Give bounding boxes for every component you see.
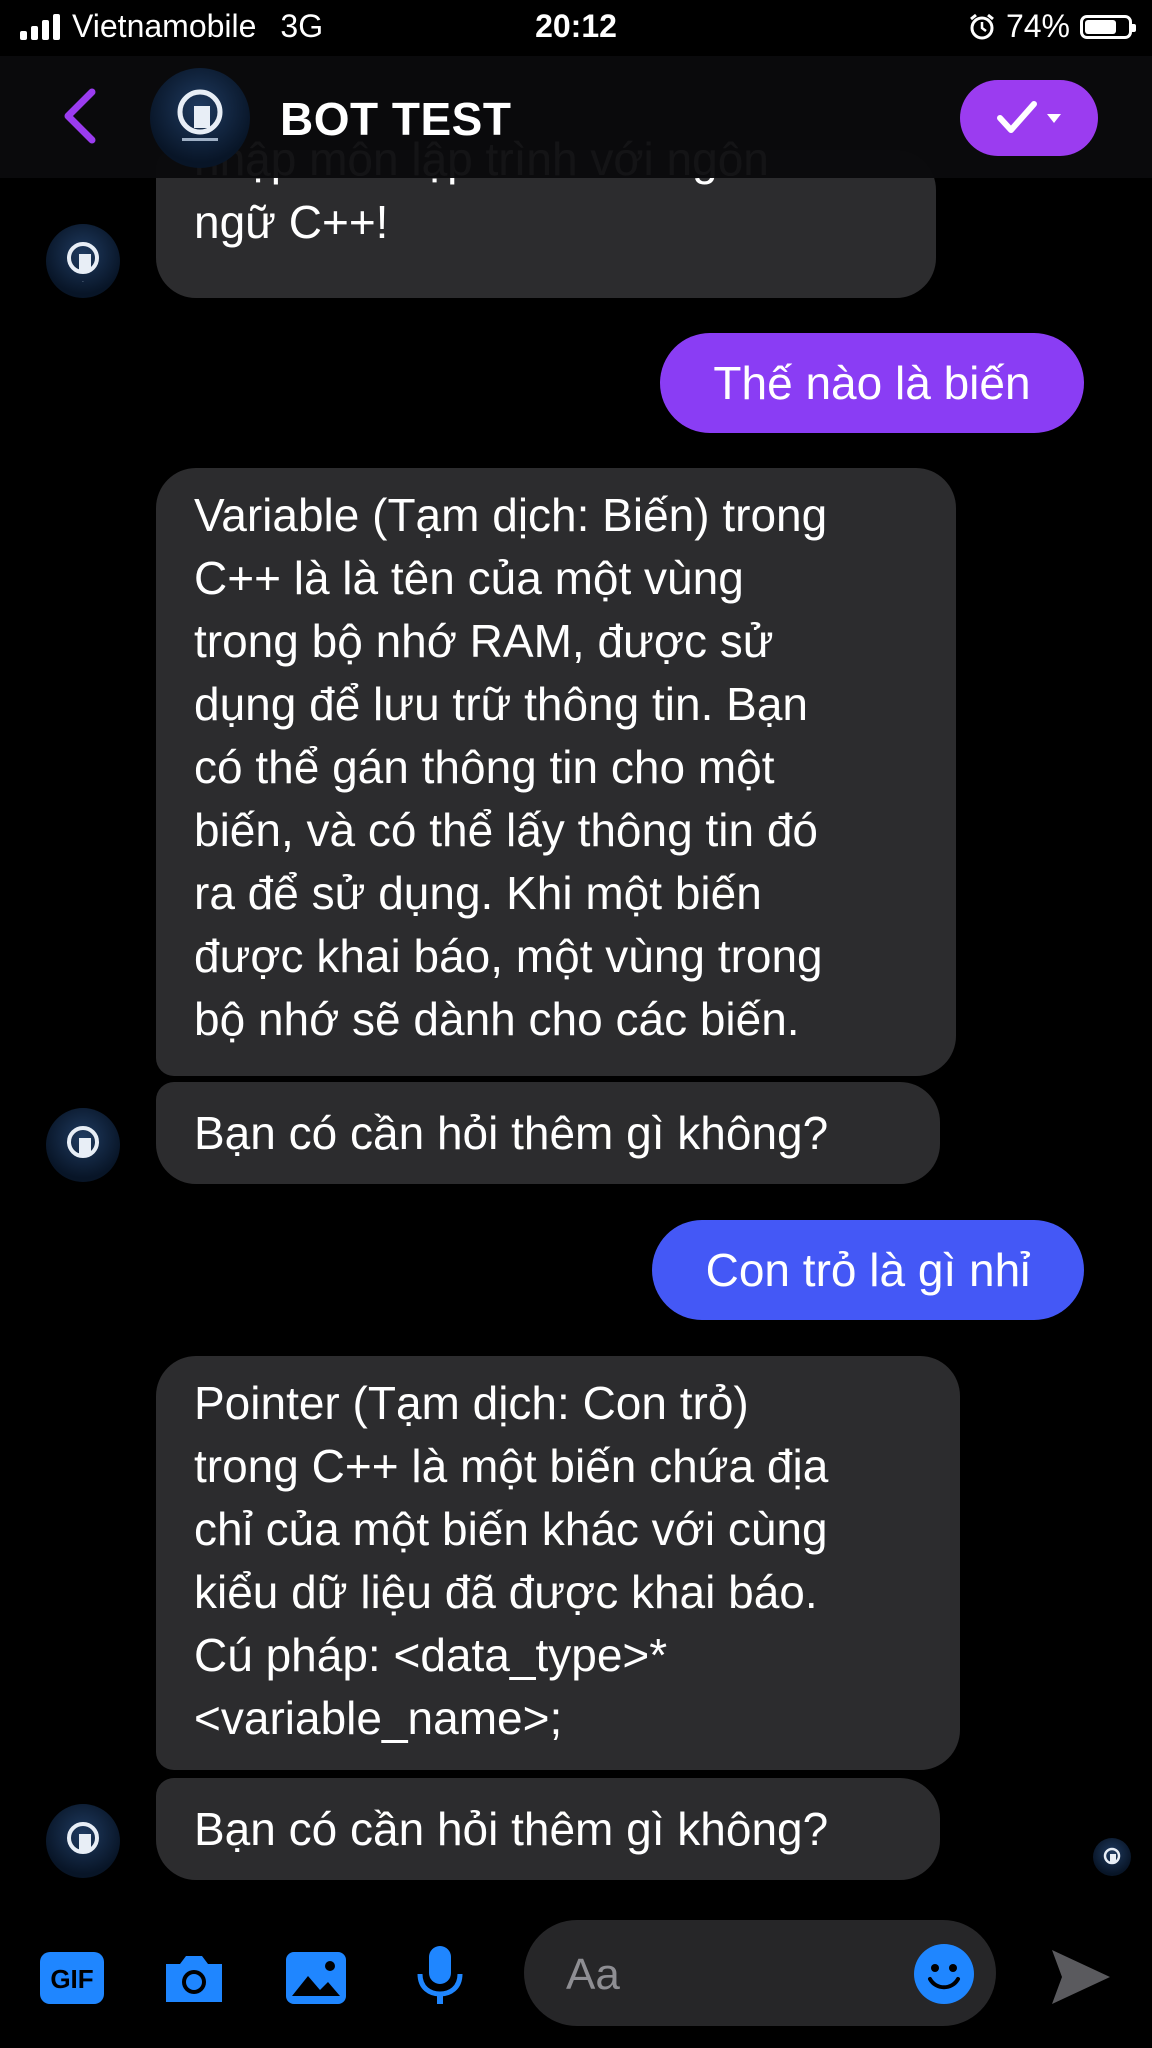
- back-arrow-icon[interactable]: [56, 86, 106, 146]
- battery-percent: 74%: [1005, 8, 1070, 44]
- send-button[interactable]: [1050, 1948, 1112, 2011]
- bot-avatar[interactable]: [46, 1108, 120, 1182]
- message-line: Variable (Tạm dịch: Biến) trong: [194, 489, 828, 541]
- camera-button[interactable]: [160, 1950, 228, 2011]
- message-input[interactable]: Aa: [524, 1920, 996, 2026]
- message-line: kiểu dữ liệu đã được khai báo.: [194, 1566, 818, 1618]
- bot-avatar[interactable]: [46, 1804, 120, 1878]
- chevron-down-icon: [1047, 114, 1061, 123]
- message-line: trong bộ nhớ RAM, được sử: [194, 615, 774, 667]
- image-button[interactable]: [284, 1950, 348, 2011]
- message-line: Pointer (Tạm dịch: Con trỏ): [194, 1377, 749, 1429]
- checkmark-icon: [997, 101, 1037, 133]
- emoji-icon[interactable]: [914, 1944, 974, 2004]
- message-line: ngữ C++!: [194, 196, 389, 248]
- message-line: được khai báo, một vùng trong: [194, 930, 823, 982]
- conversation: nhập môn lập trình với ngôn ngữ C++! . T…: [0, 0, 1152, 1900]
- message-user[interactable]: Thế nào là biến: [660, 333, 1084, 433]
- gif-label: GIF: [50, 1964, 93, 1994]
- message-line: C++ là là tên của một vùng: [194, 552, 744, 604]
- checkmark-dropdown-button[interactable]: [960, 80, 1098, 156]
- message-line: ra để sử dụng. Khi một biến: [194, 867, 762, 919]
- message-line: Cú pháp: <data_type>*: [194, 1629, 668, 1681]
- message-input-placeholder: Aa: [566, 1950, 620, 1999]
- message-line: chỉ của một biến khác với cùng: [194, 1503, 828, 1555]
- chat-title[interactable]: BOT TEST: [280, 92, 511, 146]
- message-text: Bạn có cần hỏi thêm gì không?: [194, 1106, 829, 1159]
- message-bot[interactable]: Bạn có cần hỏi thêm gì không?: [156, 1082, 940, 1184]
- send-icon: [1052, 1950, 1110, 2004]
- status-bar: Vietnamobile 3G 20:12 74%: [0, 0, 1152, 56]
- bot-avatar[interactable]: [150, 68, 250, 168]
- message-text: Thế nào là biến: [713, 356, 1031, 409]
- chat-header: BOT TEST: [0, 56, 1152, 178]
- camera-icon: [166, 1956, 222, 2002]
- message-line: biến, và có thể lấy thông tin đó: [194, 804, 818, 856]
- svg-text:.: .: [82, 277, 84, 284]
- message-line: trong C++ là một biến chứa địa: [194, 1440, 829, 1492]
- message-bot[interactable]: Variable (Tạm dịch: Biến) trong C++ là l…: [156, 468, 956, 1076]
- message-line: bộ nhớ sẽ dành cho các biến.: [194, 993, 800, 1045]
- microphone-icon: [417, 1946, 463, 2004]
- alarm-icon: [970, 13, 994, 39]
- message-line: có thể gán thông tin cho một: [194, 741, 775, 793]
- message-composer: GIF Aa: [0, 1900, 1152, 2048]
- gif-icon: GIF: [40, 1952, 104, 2004]
- seen-avatar-icon: [1093, 1838, 1131, 1876]
- message-text: Con trỏ là gì nhỉ: [705, 1243, 1031, 1296]
- bot-avatar[interactable]: .: [46, 224, 120, 298]
- battery-icon: [1080, 14, 1136, 39]
- message-line: dụng để lưu trữ thông tin. Bạn: [194, 678, 808, 730]
- message-bot[interactable]: Pointer (Tạm dịch: Con trỏ) trong C++ là…: [156, 1356, 960, 1770]
- gif-button[interactable]: GIF: [38, 1950, 106, 2011]
- microphone-button[interactable]: [412, 1944, 468, 2013]
- message-line: <variable_name>;: [194, 1692, 563, 1744]
- message-bot[interactable]: Bạn có cần hỏi thêm gì không?: [156, 1778, 940, 1880]
- message-text: Bạn có cần hỏi thêm gì không?: [194, 1802, 829, 1855]
- image-icon: [286, 1952, 346, 2004]
- message-user[interactable]: Con trỏ là gì nhỉ: [652, 1220, 1084, 1320]
